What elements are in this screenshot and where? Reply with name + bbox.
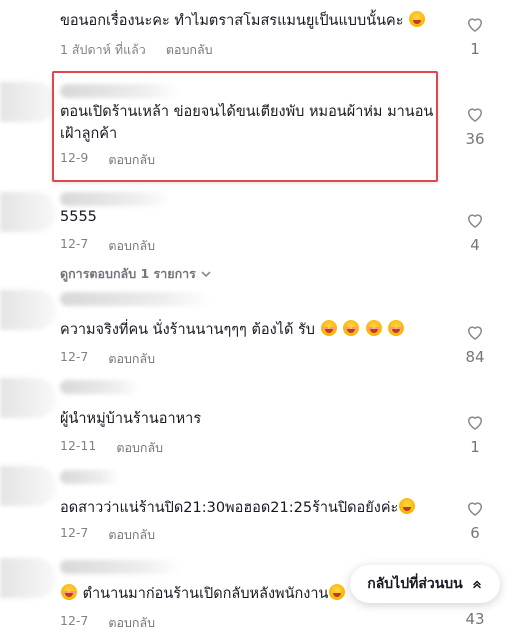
like-control[interactable]: 1: [458, 412, 492, 456]
back-to-top-label: กลับไปที่ส่วนบน: [367, 576, 463, 592]
like-control[interactable]: 84: [458, 322, 492, 366]
blush-emoji-icon: [320, 320, 337, 336]
username-blurred[interactable]: [60, 470, 120, 484]
reply-button[interactable]: ตอบกลับ: [108, 525, 155, 545]
chevron-up-icon: [473, 580, 481, 589]
blush-emoji-icon: [365, 320, 382, 336]
comment-text: ความจริงที่คน นั่งร้านนานๆๆๆ ต้องได้ รับ: [60, 319, 435, 341]
comment-date: 12-7: [60, 613, 89, 628]
heart-outline-icon[interactable]: [465, 210, 485, 230]
like-count: 1: [470, 40, 480, 58]
heart-outline-icon[interactable]: [465, 104, 485, 124]
avatar[interactable]: [0, 290, 56, 330]
comment-text: ขอนอกเรื่องนะคะ ทำไมตราสโมสรแมนยูเป็นแบบ…: [60, 10, 435, 32]
view-replies-button[interactable]: ดูการตอบกลับ 1 รายการ: [60, 264, 212, 284]
like-control[interactable]: 36: [458, 104, 492, 148]
avatar[interactable]: [0, 82, 56, 122]
reply-button[interactable]: ตอบกลับ: [108, 613, 155, 633]
like-control[interactable]: 4: [458, 210, 492, 254]
username-blurred[interactable]: [60, 292, 210, 306]
comment-meta: 12-11 ตอบกลับ: [60, 438, 163, 458]
comment-meta: 12-7 ตอบกลับ: [60, 613, 155, 633]
reply-button[interactable]: ตอบกลับ: [166, 40, 213, 60]
reply-button[interactable]: ตอบกลับ: [108, 236, 155, 256]
back-to-top-button[interactable]: กลับไปที่ส่วนบน: [350, 565, 500, 603]
like-count: 43: [465, 610, 485, 628]
avatar[interactable]: [0, 558, 56, 598]
comment-date: 12-7: [60, 349, 89, 364]
comment-date: 12-11: [60, 438, 97, 453]
comment-text: 5555: [60, 209, 97, 225]
heart-outline-icon[interactable]: [465, 498, 485, 518]
avatar[interactable]: [0, 466, 56, 506]
blush-emoji-icon: [61, 584, 77, 600]
comment-date: 12-7: [60, 236, 89, 251]
username-blurred[interactable]: [60, 380, 140, 394]
heart-outline-icon[interactable]: [465, 322, 485, 342]
like-count: 36: [465, 130, 485, 148]
blush-emoji-icon: [343, 320, 360, 336]
comment-text: อดสาวว่าแน่ร้านปิด21:30พอฮอด21:25ร้านปิด…: [60, 497, 435, 519]
view-replies-label: ดูการตอบกลับ 1 รายการ: [60, 266, 196, 281]
comment-text: ผู้นำหมู่บ้านร้านอาหาร: [60, 411, 202, 427]
reply-button[interactable]: ตอบกลับ: [108, 349, 155, 369]
comment-meta: 12-7 ตอบกลับ: [60, 349, 155, 369]
comment-date: 1 สัปดาห์ ที่แล้ว: [60, 42, 146, 57]
comment-date: 12-7: [60, 525, 89, 540]
laugh-emoji-icon: [409, 11, 426, 27]
comment-meta: 1 สัปดาห์ ที่แล้ว ตอบกลับ: [60, 40, 213, 60]
avatar[interactable]: [0, 378, 56, 418]
username-blurred[interactable]: [60, 192, 170, 206]
highlight-box: [52, 71, 438, 182]
blush-emoji-icon: [388, 320, 405, 336]
like-control[interactable]: 6: [458, 498, 492, 542]
heart-outline-icon[interactable]: [465, 14, 485, 34]
like-count: 4: [470, 236, 480, 254]
chevron-down-icon: [201, 271, 211, 278]
salute-emoji-icon: [329, 584, 346, 600]
username-blurred[interactable]: [60, 560, 180, 574]
like-count: 1: [470, 438, 480, 456]
reply-button[interactable]: ตอบกลับ: [116, 438, 163, 458]
comment-meta: 12-7 ตอบกลับ: [60, 236, 155, 256]
heart-outline-icon[interactable]: [465, 412, 485, 432]
laugh-emoji-icon: [399, 498, 416, 514]
like-control[interactable]: 1: [458, 14, 492, 58]
like-count: 84: [465, 348, 485, 366]
comment-meta: 12-7 ตอบกลับ: [60, 525, 155, 545]
avatar[interactable]: [0, 192, 56, 232]
like-count: 6: [470, 524, 480, 542]
